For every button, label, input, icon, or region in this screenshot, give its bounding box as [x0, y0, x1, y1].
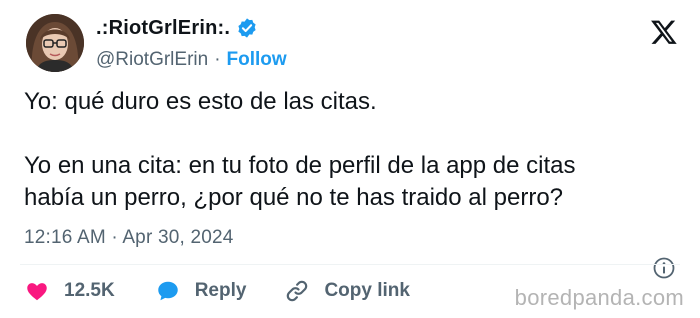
tweet-line-3: había un perro, ¿por qué no te has traid… — [24, 184, 564, 211]
info-icon[interactable] — [652, 256, 676, 280]
separator-dot: · — [214, 49, 221, 70]
speech-bubble-icon — [157, 281, 178, 301]
tweet-actions: 12.5K Reply Copy link — [24, 276, 410, 306]
x-logo-icon[interactable] — [650, 18, 678, 46]
tweet-text: Yo: qué duro es esto de las citas. Yo en… — [24, 86, 684, 214]
reply-button[interactable]: Reply — [155, 278, 247, 304]
author-handle[interactable]: @RiotGrlErin — [96, 49, 208, 71]
avatar[interactable] — [26, 14, 84, 72]
copy-link-label: Copy link — [324, 280, 410, 301]
tweet-line-2: Yo en una cita: en tu foto de perfil de … — [24, 152, 576, 179]
tweet-line-1: Yo: qué duro es esto de las citas. — [24, 88, 377, 115]
tweet-timestamp[interactable]: 12:16 AM · Apr 30, 2024 — [24, 227, 234, 249]
avatar-photo — [26, 14, 84, 72]
author-handle-row: @RiotGrlErin · Follow — [96, 48, 287, 72]
follow-button[interactable]: Follow — [227, 49, 287, 71]
watermark: boredpanda.com — [514, 285, 684, 310]
like-button[interactable]: 12.5K — [24, 278, 115, 304]
verified-badge-icon — [238, 18, 256, 38]
link-icon — [287, 280, 308, 302]
author-name-row: .:RiotGrlErin:. — [96, 16, 258, 40]
like-count: 12.5K — [64, 280, 115, 301]
display-name[interactable]: .:RiotGrlErin:. — [96, 17, 230, 40]
copy-link-button[interactable]: Copy link — [284, 278, 410, 304]
divider — [20, 264, 680, 265]
reply-label: Reply — [194, 280, 247, 301]
heart-icon — [27, 283, 47, 301]
